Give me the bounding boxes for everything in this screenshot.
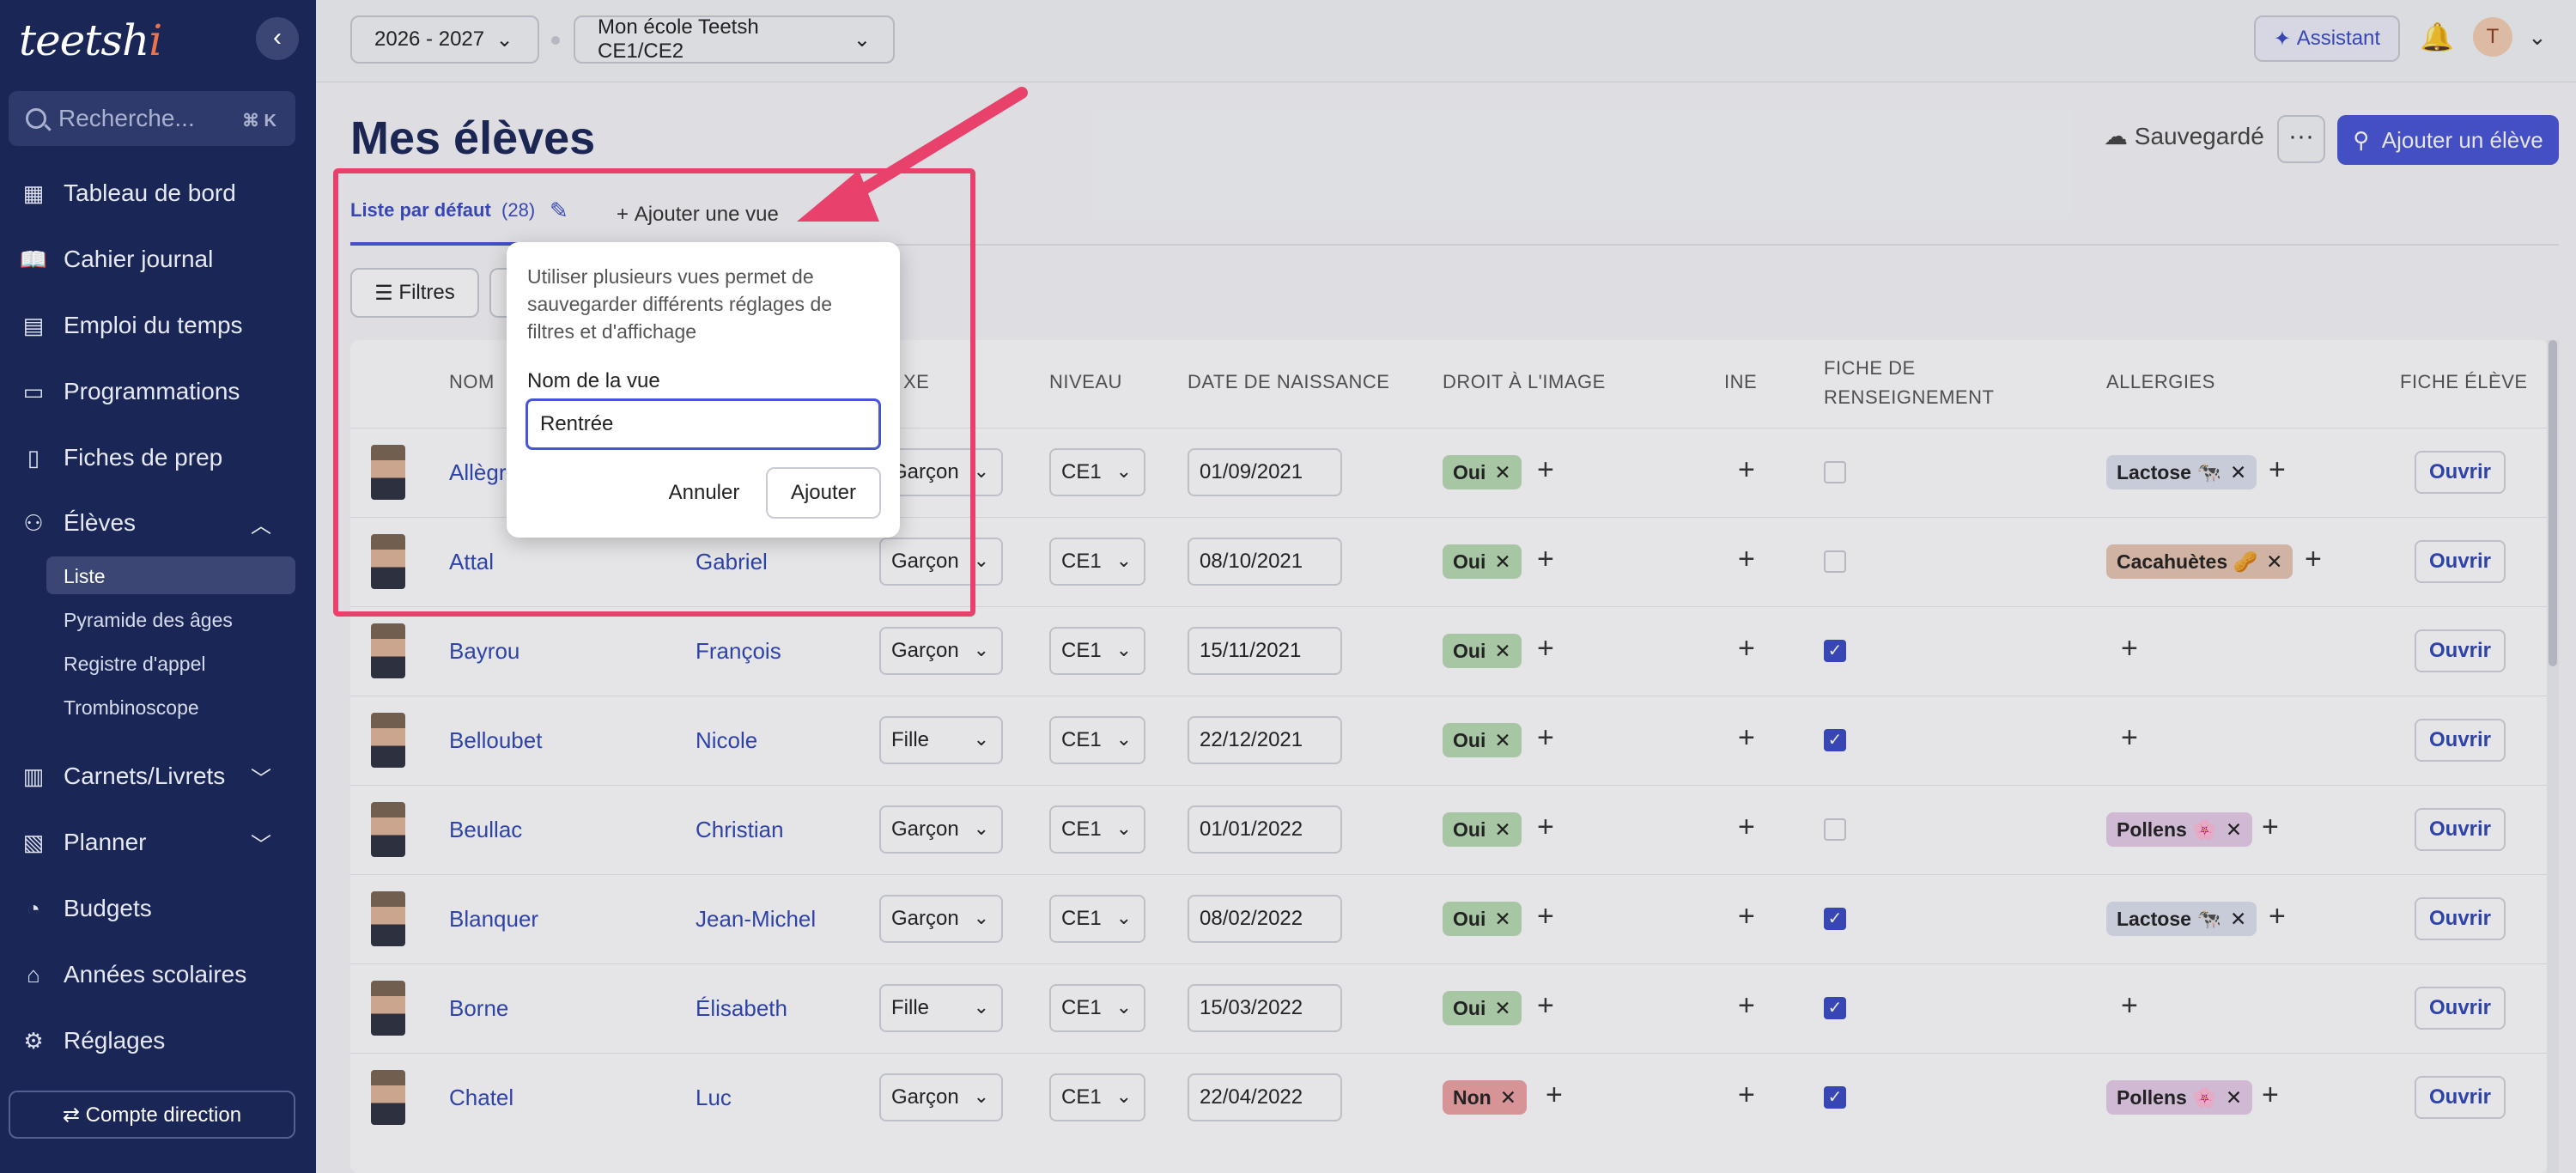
add-button[interactable]: Ajouter <box>766 467 881 519</box>
pointer-arrow <box>797 87 1028 222</box>
popover-help-text: Utiliser plusieurs vues permet de sauveg… <box>527 265 833 343</box>
add-view-popover: Utiliser plusieurs vues permet de sauveg… <box>507 242 900 538</box>
view-name-label: Nom de la vue <box>527 369 660 392</box>
view-name-input[interactable] <box>526 398 881 450</box>
cancel-button[interactable]: Annuler <box>653 467 756 519</box>
